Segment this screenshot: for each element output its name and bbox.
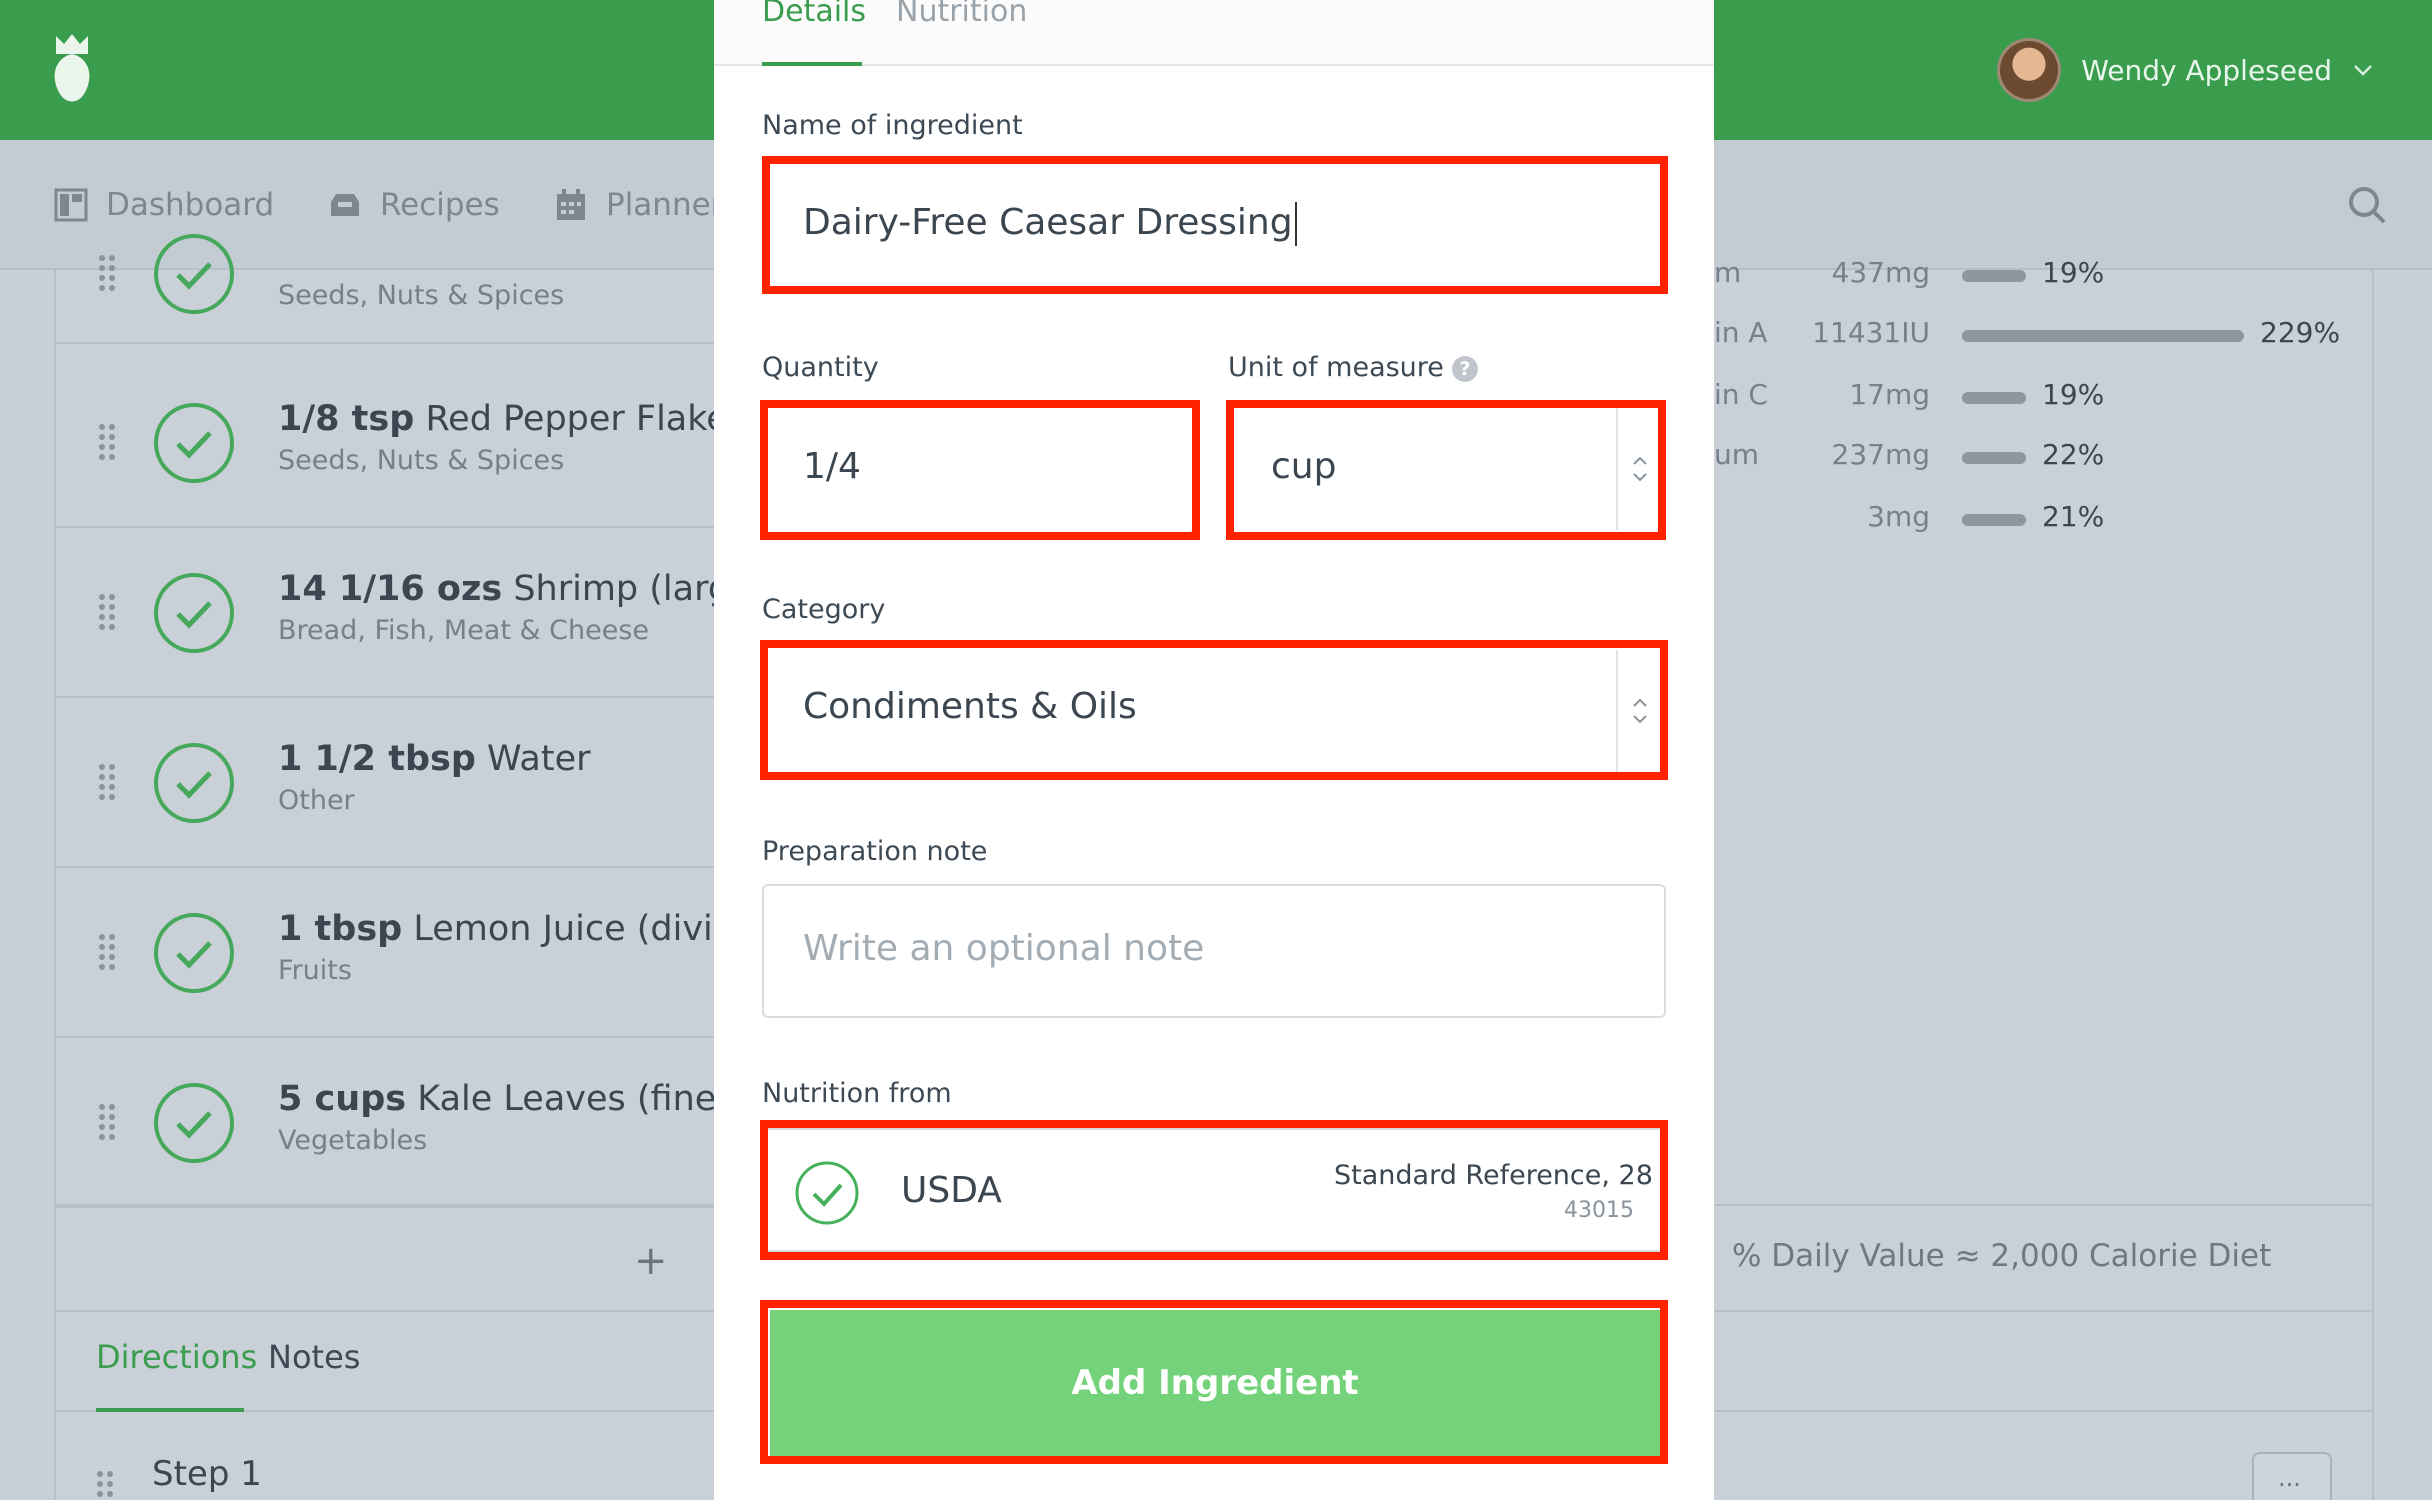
category-label: Category: [762, 594, 886, 625]
text-caret: [1294, 202, 1297, 246]
ingredient-name: Water: [487, 739, 591, 779]
ingredient-title: 5 cups Kale Leaves (finely c: [278, 1079, 777, 1119]
nutrient-percent: 21%: [2042, 500, 2105, 533]
ingredient-category: Seeds, Nuts & Spices: [278, 445, 565, 476]
drag-handle-icon[interactable]: [98, 763, 116, 803]
nutrient-percent: 19%: [2042, 256, 2105, 289]
avatar[interactable]: [1997, 38, 2062, 102]
tab-notes[interactable]: Notes: [268, 1338, 360, 1376]
ingredient-row[interactable]: 5 cups Kale Leaves (finely c Vegetables: [56, 1038, 777, 1208]
search-icon[interactable]: [2346, 184, 2388, 226]
tab-details-underline: [762, 62, 862, 66]
nutrition-source-name: USDA: [901, 1170, 1002, 1211]
nutrition-reference: Standard Reference, 28: [1334, 1160, 1653, 1191]
nutrient-amount: 3mg: [1867, 500, 1930, 533]
ingredient-category: Other: [278, 785, 355, 816]
unit-label: Unit of measure?: [1228, 352, 1478, 383]
nutrient-bar: [1962, 330, 2244, 342]
nutrient-amount: 237mg: [1831, 438, 1931, 471]
highlight-box: [760, 1300, 1668, 1464]
ingredient-category: Seeds, Nuts & Spices: [278, 280, 565, 311]
app-logo-icon[interactable]: [48, 32, 96, 108]
drag-handle-icon[interactable]: [98, 1103, 116, 1143]
ingredient-title: 14 1/16 ozs Shrimp (large,: [278, 569, 763, 609]
nutrient-percent: 19%: [2042, 378, 2105, 411]
check-circle-icon[interactable]: [152, 911, 236, 995]
tab-directions[interactable]: Directions: [96, 1338, 257, 1376]
ingredient-quantity: 5 cups: [278, 1079, 407, 1119]
nutrient-percent: 22%: [2042, 438, 2105, 471]
ingredient-name: Red Pepper Flakes: [425, 399, 747, 439]
ingredient-name: Lemon Juice (divide: [413, 909, 757, 949]
ingredient-title: 1 1/2 tbsp Water: [278, 739, 591, 779]
step-title: Step 1: [152, 1454, 262, 1494]
ingredient-category: Vegetables: [278, 1125, 428, 1156]
ingredient-row[interactable]: 1/8 tsp Red Pepper Flakes Seeds, Nuts & S…: [56, 358, 746, 528]
ingredient-row[interactable]: 1 1/2 tbsp Water Other: [56, 698, 736, 868]
drag-handle-icon[interactable]: [98, 423, 116, 463]
drag-handle-icon[interactable]: [98, 933, 116, 973]
check-circle-icon[interactable]: [152, 232, 236, 316]
drag-handle-icon[interactable]: [98, 254, 116, 294]
ingredient-quantity: 14 1/16 ozs: [278, 569, 503, 609]
more-label: ...: [2278, 1464, 2301, 1492]
add-ingredient-plus-button[interactable]: +: [634, 1238, 668, 1284]
nutrient-percent: 229%: [2260, 316, 2341, 349]
nutrient-name: m: [1714, 256, 1742, 289]
nutrient-bar: [1962, 392, 2026, 404]
ingredient-quantity: 1 tbsp: [278, 909, 403, 949]
nutrient-amount: 437mg: [1831, 256, 1931, 289]
nutrient-amount: 11431IU: [1812, 316, 1930, 349]
tab-directions-underline: [96, 1408, 244, 1412]
nutrient-bar: [1962, 514, 2026, 526]
drag-handle-icon[interactable]: [98, 593, 116, 633]
nutrient-bar: [1962, 270, 2026, 282]
prep-note-placeholder: Write an optional note: [803, 928, 1205, 969]
prep-label: Preparation note: [762, 836, 988, 867]
ingredient-row[interactable]: Seeds, Nuts & Spices: [56, 204, 736, 344]
nutrient-name: um: [1714, 438, 1760, 471]
modal-tabs: Details Nutrition: [714, 0, 1714, 66]
ingredient-quantity: 1 1/2 tbsp: [278, 739, 476, 779]
ingredient-row[interactable]: 1 tbsp Lemon Juice (divide Fruits: [56, 868, 757, 1038]
check-circle-icon[interactable]: [152, 741, 236, 825]
category-value: Condiments & Oils: [803, 686, 1137, 727]
user-menu[interactable]: Wendy Appleseed: [1997, 38, 2374, 102]
check-circle-icon[interactable]: [152, 1081, 236, 1165]
name-label: Name of ingredient: [762, 110, 1023, 141]
ingredient-category: Fruits: [278, 955, 352, 986]
nutrition-from-label: Nutrition from: [762, 1078, 952, 1109]
chevron-down-icon[interactable]: [2352, 59, 2374, 81]
help-icon[interactable]: ?: [1451, 355, 1478, 382]
ingredient-row[interactable]: 14 1/16 ozs Shrimp (large, Bread, Fish, M…: [56, 528, 763, 698]
nutrient-amount: 17mg: [1849, 378, 1930, 411]
drag-handle-icon[interactable]: [96, 1470, 114, 1500]
check-circle-icon[interactable]: [152, 401, 236, 485]
ingredient-name-value: Dairy-Free Caesar Dressing: [803, 202, 1297, 246]
nutrition-code: 43015: [1564, 1198, 1634, 1223]
tab-details[interactable]: Details: [762, 0, 866, 29]
quantity-label: Quantity: [762, 352, 879, 383]
more-options-button[interactable]: ...: [2252, 1452, 2332, 1500]
check-circle-icon[interactable]: [152, 571, 236, 655]
tab-nutrition[interactable]: Nutrition: [896, 0, 1027, 29]
nutrient-bar: [1962, 452, 2026, 464]
ingredient-title: 1 tbsp Lemon Juice (divide: [278, 909, 757, 949]
ingredient-category: Bread, Fish, Meat & Cheese: [278, 615, 650, 646]
user-name[interactable]: Wendy Appleseed: [2081, 54, 2332, 87]
unit-value: cup: [1271, 446, 1337, 487]
ingredient-title: 1/8 tsp Red Pepper Flakes: [278, 399, 746, 439]
quantity-value: 1/4: [803, 446, 861, 487]
check-circle-icon: [795, 1161, 859, 1225]
daily-value-note: % Daily Value ≈ 2,000 Calorie Diet: [1732, 1238, 2272, 1274]
ingredient-quantity: 1/8 tsp: [278, 399, 415, 439]
